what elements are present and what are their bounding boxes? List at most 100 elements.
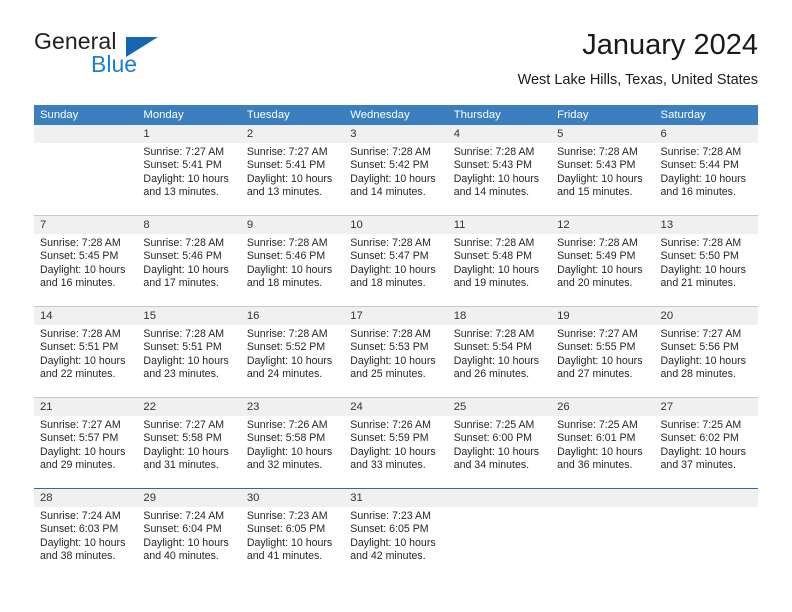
day-cell[interactable]: Sunrise: 7:27 AM Sunset: 5:57 PM Daylight:… <box>34 416 137 488</box>
sunrise-text: Sunrise: 7:28 AM <box>453 328 535 340</box>
day-details-row: Sunrise: 7:24 AM Sunset: 6:03 PM Daylight:… <box>34 507 758 579</box>
daylight-text: Daylight: 10 hours <box>246 354 333 367</box>
daylight-text-cont: and 15 minutes. <box>557 185 633 198</box>
day-cell[interactable]: Sunrise: 7:28 AM Sunset: 5:49 PM Daylight:… <box>551 234 654 306</box>
sunset-text: Sunset: 5:47 PM <box>350 250 429 263</box>
day-number[interactable]: 1 <box>137 125 240 143</box>
day-number[interactable]: 3 <box>344 125 447 143</box>
day-number[interactable]: 6 <box>655 125 758 143</box>
daylight-text: Daylight: 10 hours <box>40 354 126 367</box>
day-cell[interactable]: Sunrise: 7:25 AM Sunset: 6:01 PM Daylight:… <box>551 416 654 488</box>
page-title: January 2024 <box>582 29 758 61</box>
day-number-band: 14 15 16 17 18 19 20 <box>34 307 758 325</box>
sunrise-text: Sunrise: 7:28 AM <box>40 237 121 249</box>
day-number[interactable]: 22 <box>137 398 240 416</box>
day-number[interactable]: 8 <box>137 216 240 234</box>
weekday-header-thursday: Thursday <box>453 109 501 121</box>
day-cell[interactable]: Sunrise: 7:26 AM Sunset: 5:59 PM Daylight:… <box>344 416 447 488</box>
day-cell[interactable]: Sunrise: 7:25 AM Sunset: 6:00 PM Daylight:… <box>448 416 551 488</box>
day-details-row: Sunrise: 7:27 AM Sunset: 5:41 PM Daylight:… <box>34 143 758 215</box>
day-cell[interactable]: Sunrise: 7:28 AM Sunset: 5:43 PM Daylight:… <box>551 143 654 215</box>
day-number[interactable]: 29 <box>137 489 240 507</box>
sunrise-text: Sunrise: 7:24 AM <box>143 510 225 522</box>
day-cell[interactable]: Sunrise: 7:27 AM Sunset: 5:41 PM Daylight:… <box>241 143 344 215</box>
calendar-week-row: 14 15 16 17 18 19 20 Sunrise: 7:28 AM Sunset: 5:… <box>34 306 758 397</box>
daylight-text: Daylight: 10 hours <box>246 263 333 276</box>
sunrise-text: Sunrise: 7:25 AM <box>453 419 535 431</box>
day-number[interactable]: 19 <box>551 307 654 325</box>
day-cell[interactable]: Sunrise: 7:28 AM Sunset: 5:51 PM Daylight:… <box>137 325 240 397</box>
sunset-text: Sunset: 5:45 PM <box>40 250 119 263</box>
day-number[interactable]: 27 <box>655 398 758 416</box>
day-cell[interactable]: Sunrise: 7:24 AM Sunset: 6:03 PM Daylight:… <box>34 507 137 579</box>
day-cell[interactable]: Sunrise: 7:28 AM Sunset: 5:53 PM Daylight:… <box>344 325 447 397</box>
day-number[interactable]: 17 <box>344 307 447 325</box>
day-cell[interactable]: Sunrise: 7:28 AM Sunset: 5:45 PM Daylight:… <box>34 234 137 306</box>
daylight-text-cont: and 16 minutes. <box>40 276 116 289</box>
day-number[interactable]: 26 <box>551 398 654 416</box>
day-cell[interactable]: Sunrise: 7:24 AM Sunset: 6:04 PM Daylight:… <box>137 507 240 579</box>
day-number-band: 21 22 23 24 25 26 27 <box>34 398 758 416</box>
day-cell[interactable]: Sunrise: 7:28 AM Sunset: 5:52 PM Daylight:… <box>241 325 344 397</box>
day-cell[interactable]: Sunrise: 7:28 AM Sunset: 5:51 PM Daylight:… <box>34 325 137 397</box>
day-cell[interactable]: Sunrise: 7:23 AM Sunset: 6:05 PM Daylight:… <box>241 507 344 579</box>
day-number[interactable]: 10 <box>344 216 447 234</box>
day-details-row: Sunrise: 7:27 AM Sunset: 5:57 PM Daylight:… <box>34 416 758 488</box>
day-number[interactable]: 12 <box>551 216 654 234</box>
day-number[interactable]: 9 <box>241 216 344 234</box>
day-cell[interactable]: Sunrise: 7:25 AM Sunset: 6:02 PM Daylight:… <box>655 416 758 488</box>
daylight-text-cont: and 18 minutes. <box>350 276 426 289</box>
day-number[interactable]: 20 <box>655 307 758 325</box>
day-cell[interactable]: Sunrise: 7:28 AM Sunset: 5:47 PM Daylight:… <box>344 234 447 306</box>
day-cell[interactable]: Sunrise: 7:23 AM Sunset: 6:05 PM Daylight:… <box>344 507 447 579</box>
day-number[interactable]: 14 <box>34 307 137 325</box>
day-cell[interactable]: Sunrise: 7:27 AM Sunset: 5:56 PM Daylight:… <box>655 325 758 397</box>
daylight-text: Daylight: 10 hours <box>246 445 333 458</box>
day-number[interactable]: 31 <box>344 489 447 507</box>
day-number[interactable]: 15 <box>137 307 240 325</box>
day-number[interactable]: 30 <box>241 489 344 507</box>
day-cell[interactable]: Sunrise: 7:28 AM Sunset: 5:50 PM Daylight:… <box>655 234 758 306</box>
day-cell[interactable]: Sunrise: 7:28 AM Sunset: 5:42 PM Daylight:… <box>344 143 447 215</box>
day-number-band: 123456 <box>34 125 758 143</box>
day-cell[interactable]: Sunrise: 7:28 AM Sunset: 5:46 PM Daylight:… <box>137 234 240 306</box>
day-number[interactable]: 28 <box>34 489 137 507</box>
day-cell[interactable]: Sunrise: 7:28 AM Sunset: 5:46 PM Daylight:… <box>241 234 344 306</box>
sunrise-text: Sunrise: 7:28 AM <box>143 328 225 340</box>
daylight-text-cont: and 27 minutes. <box>557 367 633 380</box>
day-cell[interactable]: Sunrise: 7:26 AM Sunset: 5:58 PM Daylight:… <box>241 416 344 488</box>
daylight-text-cont: and 23 minutes. <box>143 367 219 380</box>
sunset-text: Sunset: 5:48 PM <box>453 250 533 263</box>
general-blue-logo[interactable]: General Blue <box>34 28 234 80</box>
daylight-text-cont: and 14 minutes. <box>453 185 530 198</box>
day-number[interactable]: 2 <box>241 125 344 143</box>
day-number[interactable]: 24 <box>344 398 447 416</box>
day-number[interactable]: 7 <box>34 216 137 234</box>
day-number[interactable]: 4 <box>448 125 551 143</box>
day-number[interactable]: 23 <box>241 398 344 416</box>
day-number[interactable]: 16 <box>241 307 344 325</box>
day-number[interactable]: 25 <box>448 398 551 416</box>
day-cell[interactable]: Sunrise: 7:28 AM Sunset: 5:48 PM Daylight:… <box>448 234 551 306</box>
sunrise-text: Sunrise: 7:28 AM <box>660 146 742 158</box>
daylight-text-cont: and 22 minutes. <box>40 367 116 380</box>
weekday-header-sunday: Sunday <box>40 109 79 121</box>
day-number[interactable]: 11 <box>448 216 551 234</box>
day-cell[interactable]: Sunrise: 7:27 AM Sunset: 5:58 PM Daylight:… <box>137 416 240 488</box>
title-block: January 2024 West Lake Hills, Texas, Uni… <box>518 28 758 90</box>
day-number[interactable]: 18 <box>448 307 551 325</box>
day-cell[interactable]: Sunrise: 7:28 AM Sunset: 5:54 PM Daylight:… <box>448 325 551 397</box>
sunrise-text: Sunrise: 7:23 AM <box>246 510 328 522</box>
day-number[interactable]: 21 <box>34 398 137 416</box>
day-cell[interactable]: Sunrise: 7:28 AM Sunset: 5:44 PM Daylight:… <box>655 143 758 215</box>
day-cell[interactable]: Sunrise: 7:28 AM Sunset: 5:43 PM Daylight:… <box>448 143 551 215</box>
calendar-page: General Blue January 2024 West Lake Hill… <box>0 0 792 612</box>
weekday-header-tuesday: Tuesday <box>246 109 290 121</box>
daylight-text-cont: and 31 minutes. <box>143 458 219 471</box>
day-number[interactable]: 13 <box>655 216 758 234</box>
day-number[interactable]: 5 <box>551 125 654 143</box>
day-cell[interactable]: Sunrise: 7:27 AM Sunset: 5:55 PM Daylight:… <box>551 325 654 397</box>
sunrise-text: Sunrise: 7:28 AM <box>557 146 638 158</box>
day-cell[interactable]: Sunrise: 7:27 AM Sunset: 5:41 PM Daylight:… <box>137 143 240 215</box>
daylight-text: Daylight: 10 hours <box>557 445 643 458</box>
